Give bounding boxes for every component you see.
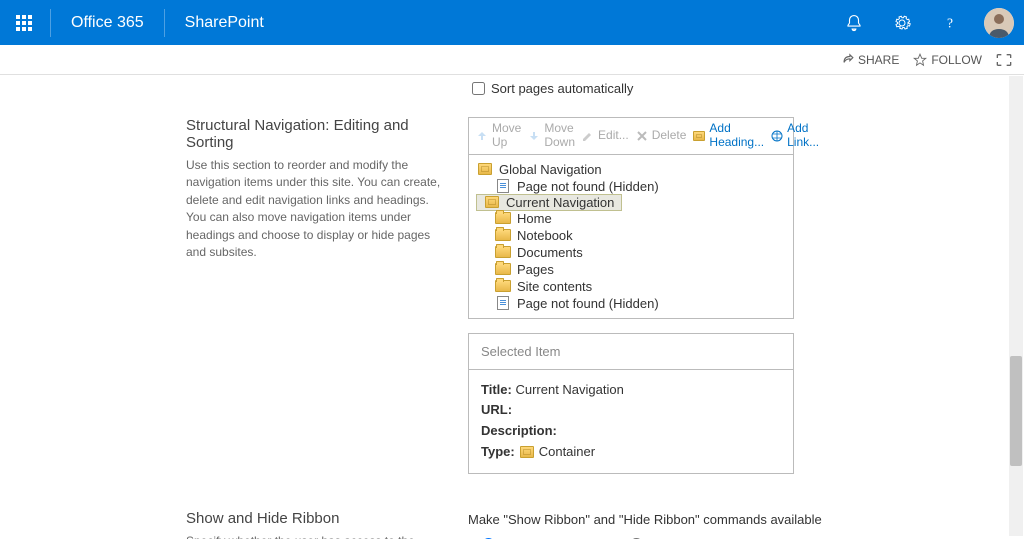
ribbon-heading: Show and Hide Ribbon bbox=[186, 510, 444, 527]
tree-notebook[interactable]: Notebook bbox=[469, 227, 793, 244]
vertical-scrollbar[interactable] bbox=[1009, 76, 1023, 536]
url-label: URL: bbox=[481, 402, 512, 417]
structural-nav-right: Move Up Move Down Edit... Delete Add Hea… bbox=[468, 117, 794, 474]
edit-button[interactable]: Edit... bbox=[581, 129, 629, 143]
share-label: SHARE bbox=[858, 53, 899, 67]
tree-site-contents[interactable]: Site contents bbox=[469, 278, 793, 295]
type-value: Container bbox=[539, 442, 595, 463]
title-label: Title: bbox=[481, 382, 512, 397]
page-icon bbox=[495, 179, 511, 193]
container-icon bbox=[477, 162, 493, 176]
title-value: Current Navigation bbox=[515, 382, 623, 397]
user-avatar[interactable] bbox=[984, 8, 1014, 38]
description-label: Description: bbox=[481, 423, 557, 438]
add-heading-button[interactable]: Add Heading... bbox=[692, 122, 764, 150]
focus-icon bbox=[996, 53, 1012, 67]
delete-button[interactable]: Delete bbox=[635, 129, 687, 143]
tree-home[interactable]: Home bbox=[469, 210, 793, 227]
tree-documents[interactable]: Documents bbox=[469, 244, 793, 261]
share-button[interactable]: SHARE bbox=[840, 53, 899, 67]
tree-global-navigation[interactable]: Global Navigation bbox=[469, 161, 793, 178]
scrollbar-thumb[interactable] bbox=[1010, 356, 1022, 466]
add-link-icon bbox=[770, 129, 784, 143]
folder-icon bbox=[495, 262, 511, 276]
selected-item-body: Title: Current Navigation URL: Descripti… bbox=[469, 370, 793, 473]
delete-icon bbox=[635, 129, 649, 143]
gear-icon bbox=[893, 14, 911, 32]
folder-icon bbox=[495, 245, 511, 259]
edit-icon bbox=[581, 129, 595, 143]
follow-label: FOLLOW bbox=[931, 53, 982, 67]
notifications-button[interactable] bbox=[830, 0, 878, 45]
folder-icon bbox=[495, 211, 511, 225]
nav-toolbar: Move Up Move Down Edit... Delete Add Hea… bbox=[468, 117, 794, 155]
tree-page-not-found-2[interactable]: Page not found (Hidden) bbox=[469, 295, 793, 312]
sort-automatically-checkbox[interactable] bbox=[472, 82, 485, 95]
container-icon bbox=[519, 445, 535, 459]
container-icon bbox=[484, 195, 500, 209]
folder-icon bbox=[495, 228, 511, 242]
move-up-button[interactable]: Move Up bbox=[475, 122, 521, 150]
avatar-icon bbox=[984, 8, 1014, 38]
ribbon-left: Show and Hide Ribbon Specify whether the… bbox=[186, 510, 444, 539]
structural-nav-heading: Structural Navigation: Editing and Sorti… bbox=[186, 117, 444, 151]
ribbon-right: Make "Show Ribbon" and "Hide Ribbon" com… bbox=[468, 510, 984, 539]
structural-nav-left: Structural Navigation: Editing and Sorti… bbox=[186, 117, 444, 474]
ribbon-avail-label: Make "Show Ribbon" and "Hide Ribbon" com… bbox=[468, 512, 984, 527]
type-label: Type: bbox=[481, 442, 515, 463]
sort-automatically-label: Sort pages automatically bbox=[491, 81, 633, 96]
tree-pages[interactable]: Pages bbox=[469, 261, 793, 278]
top-bar: Office 365 SharePoint ? bbox=[0, 0, 1024, 45]
question-icon: ? bbox=[941, 14, 959, 32]
bell-icon bbox=[845, 14, 863, 32]
page-icon bbox=[495, 296, 511, 310]
sort-automatically-row: Sort pages automatically bbox=[472, 81, 633, 96]
tree-page-not-found-1[interactable]: Page not found (Hidden) bbox=[469, 178, 793, 195]
help-button[interactable]: ? bbox=[926, 0, 974, 45]
app-launcher-button[interactable] bbox=[0, 0, 48, 45]
divider bbox=[164, 9, 165, 37]
star-icon bbox=[913, 53, 927, 67]
page-content: Sort pages automatically Structural Navi… bbox=[0, 75, 1024, 539]
folder-icon bbox=[495, 279, 511, 293]
svg-text:?: ? bbox=[947, 15, 953, 30]
selected-item-header: Selected Item bbox=[469, 334, 793, 370]
fullscreen-button[interactable] bbox=[996, 53, 1012, 67]
ribbon-description: Specify whether the user has access to t… bbox=[186, 533, 444, 539]
arrow-down-icon bbox=[527, 129, 541, 143]
action-bar: SHARE FOLLOW bbox=[0, 45, 1024, 75]
arrow-up-icon bbox=[475, 129, 489, 143]
selected-item-panel: Selected Item Title: Current Navigation … bbox=[468, 333, 794, 474]
brand-sharepoint[interactable]: SharePoint bbox=[167, 14, 282, 32]
share-icon bbox=[840, 53, 854, 67]
divider bbox=[50, 9, 51, 37]
move-down-button[interactable]: Move Down bbox=[527, 122, 575, 150]
structural-nav-description: Use this section to reorder and modify t… bbox=[186, 157, 444, 261]
brand-office365[interactable]: Office 365 bbox=[53, 14, 162, 32]
settings-button[interactable] bbox=[878, 0, 926, 45]
nav-tree: Global Navigation Page not found (Hidden… bbox=[468, 155, 794, 319]
follow-button[interactable]: FOLLOW bbox=[913, 53, 982, 67]
tree-current-navigation[interactable]: Current Navigation bbox=[476, 194, 622, 211]
add-heading-icon bbox=[692, 129, 706, 143]
waffle-icon bbox=[16, 15, 32, 31]
add-link-button[interactable]: Add Link... bbox=[770, 122, 819, 150]
